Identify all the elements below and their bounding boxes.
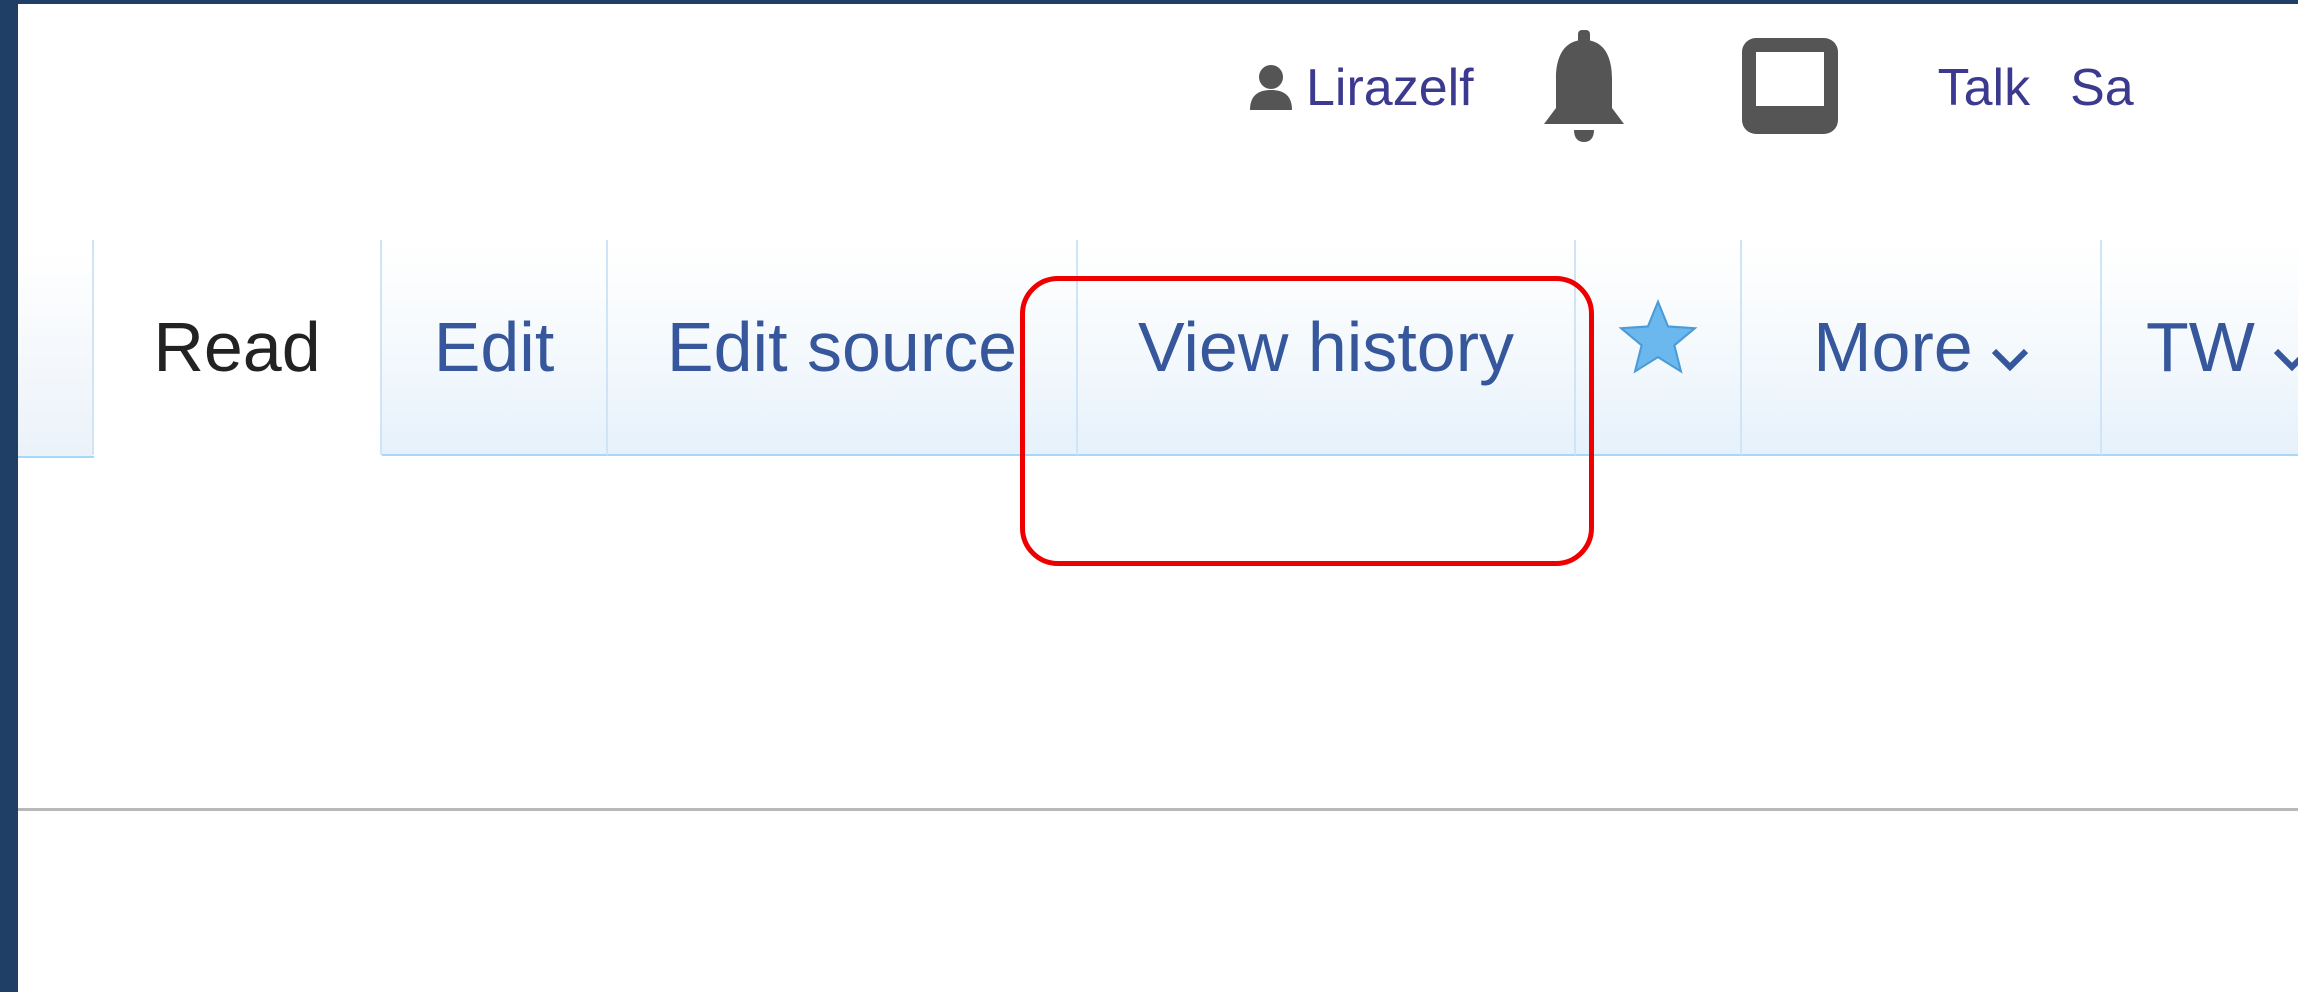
user-icon bbox=[1248, 64, 1294, 112]
tab-edit-label: Edit bbox=[433, 308, 555, 386]
chevron-down-icon bbox=[1991, 307, 2029, 387]
bell-icon bbox=[1536, 26, 1632, 151]
tab-read-label: Read bbox=[153, 308, 321, 386]
tab-edit[interactable]: Edit bbox=[382, 240, 608, 456]
username-link[interactable]: Lirazelf bbox=[1306, 58, 1474, 118]
notices-inbox[interactable] bbox=[1736, 32, 1844, 145]
watch-star-button[interactable] bbox=[1576, 240, 1742, 456]
more-menu[interactable]: More bbox=[1742, 240, 2102, 456]
content-divider bbox=[18, 808, 2298, 811]
tab-read[interactable]: Read bbox=[92, 240, 382, 456]
inbox-icon bbox=[1736, 32, 1844, 145]
tab-edit-source-label: Edit source bbox=[666, 308, 1018, 386]
star-icon bbox=[1616, 299, 1700, 395]
tab-edit-source[interactable]: Edit source bbox=[608, 240, 1078, 456]
tw-menu[interactable]: TW bbox=[2102, 240, 2298, 456]
tw-label: TW bbox=[2146, 308, 2255, 386]
view-history-highlight bbox=[1020, 276, 1594, 566]
sandbox-link[interactable]: Sa bbox=[2070, 58, 2134, 118]
more-label: More bbox=[1813, 308, 1973, 386]
talk-link[interactable]: Talk bbox=[1938, 58, 2030, 118]
tab-bar-edge bbox=[18, 250, 94, 458]
notifications-bell[interactable] bbox=[1536, 26, 1632, 151]
chevron-down-icon bbox=[2273, 307, 2298, 387]
personal-toolbar: Lirazelf Talk Sa bbox=[1248, 29, 2174, 142]
user-link[interactable]: Lirazelf bbox=[1248, 58, 1474, 118]
